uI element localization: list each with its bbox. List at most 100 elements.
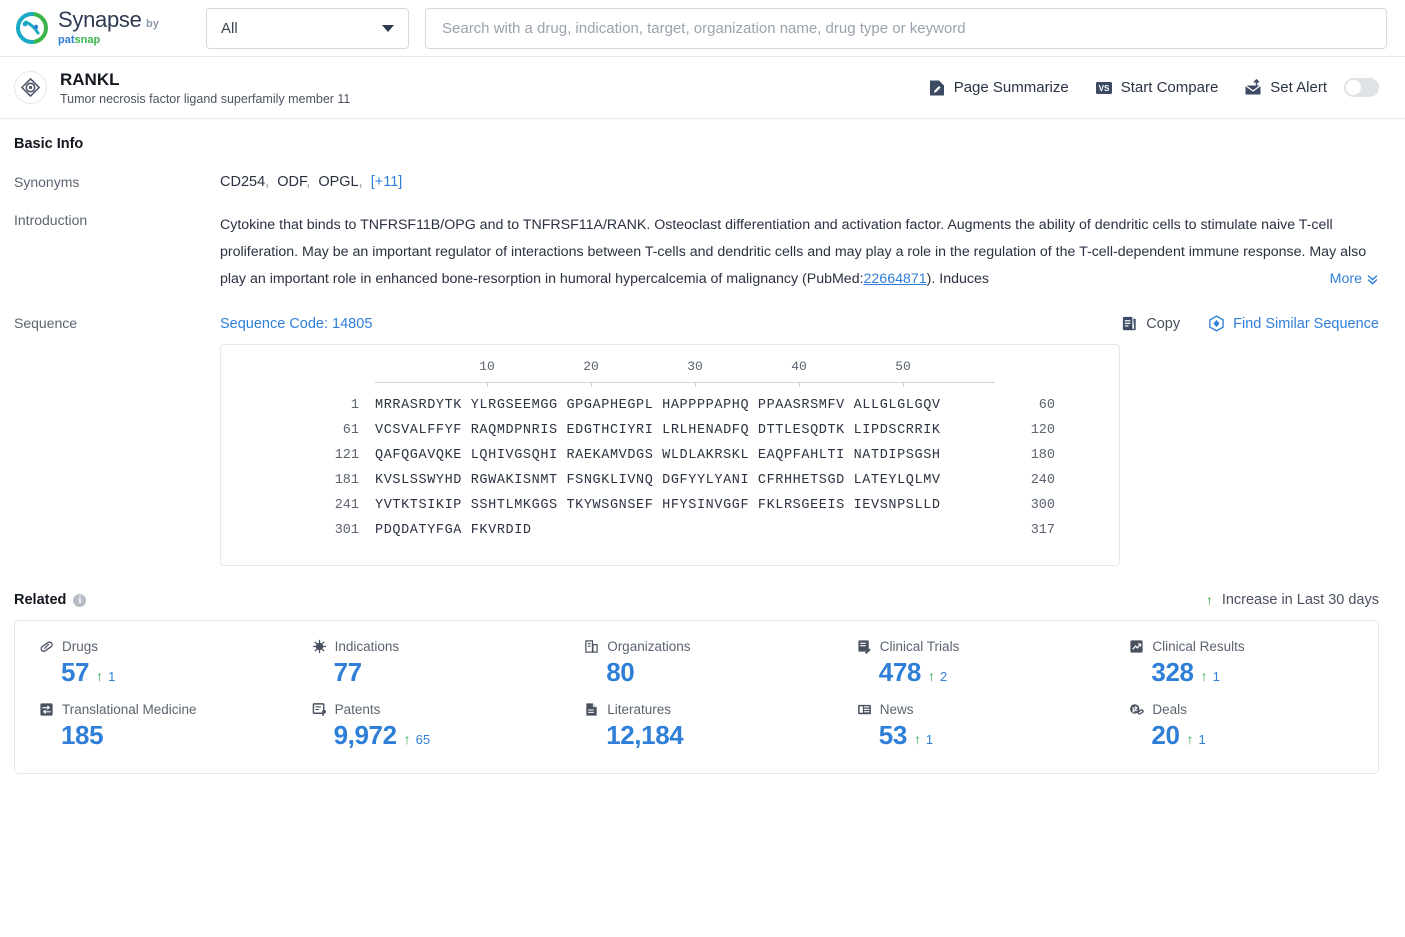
info-icon[interactable]: i <box>73 593 87 607</box>
synonym-item[interactable]: OPGL <box>318 174 358 190</box>
arrow-up-icon: ↑ <box>403 731 411 747</box>
alert-mail-icon <box>1244 78 1262 97</box>
sequence-line-residues[interactable]: MRRASRDYTK YLRGSEEMGG GPGAPHEGPL HAPPPPA… <box>375 393 995 418</box>
sequence-line-residues[interactable]: VCSVALFFYF RAQMDPNRIS EDGTHCIYRI LRLHENA… <box>375 418 995 443</box>
stat-translational-medicine[interactable]: Translational Medicine 185 <box>15 702 288 751</box>
stat-delta: ↑ 2 <box>928 668 947 684</box>
stat-drugs[interactable]: Drugs 57 ↑ 1 <box>15 639 288 688</box>
sequence-line-residues[interactable]: YVTKTSIKIP SSHTLMKGGS TKYWSGNSEF HFYSINV… <box>375 493 995 518</box>
stat-label: Deals <box>1152 702 1187 717</box>
set-alert-toggle[interactable] <box>1344 78 1379 97</box>
sequence-line: 181 KVSLSSWYHD RGWAKISNMT FSNGKLIVNQ DGF… <box>221 468 1119 493</box>
ruler-tick-label: 50 <box>895 359 911 374</box>
introduction-body-tail: ). Induces <box>926 271 989 287</box>
sequence-line-start: 121 <box>334 448 359 463</box>
introduction-more-button[interactable]: More <box>1313 266 1379 293</box>
sequence-line-start: 1 <box>350 398 359 413</box>
summarize-icon <box>928 79 946 97</box>
related-heading-label: Related <box>14 592 67 608</box>
stat-deals[interactable]: Deals 20 ↑ 1 <box>1105 702 1378 751</box>
stat-literatures[interactable]: Literatures 12,184 <box>560 702 833 751</box>
virus-icon <box>312 639 327 654</box>
stat-delta: ↑ 1 <box>1201 668 1220 684</box>
search-input[interactable] <box>440 8 1372 48</box>
stat-delta-value: 1 <box>108 669 116 684</box>
stat-patents[interactable]: Patents 9,972 ↑ 65 <box>288 702 561 751</box>
stat-clinical-trials[interactable]: Clinical Trials 478 ↑ 2 <box>833 639 1106 688</box>
stat-delta: ↑ 65 <box>404 731 430 747</box>
introduction-text: Cytokine that binds to TNFRSF11B/OPG and… <box>220 212 1379 293</box>
stat-value: 9,972 <box>333 720 397 750</box>
introduction-label: Introduction <box>14 212 88 228</box>
arrow-up-icon: ↑ <box>96 668 104 684</box>
entity-actions: Page Summarize VS Start Compare Set Aler… <box>928 78 1379 97</box>
sequence-line-residues[interactable]: PDQDATYFGA FKVRDID <box>375 518 995 543</box>
stat-label: Clinical Trials <box>879 639 960 654</box>
sequence-line-end: 317 <box>1030 523 1055 538</box>
stat-label: Translational Medicine <box>62 702 197 717</box>
sequence-line: 121 QAFQGAVQKE LQHIVGSQHI RAEKAMVDGS WLD… <box>221 443 1119 468</box>
introduction-body: Cytokine that binds to TNFRSF11B/OPG and… <box>220 217 1367 287</box>
sequence-toolbar: Sequence Code: 14805 Copy Find Similar S… <box>220 315 1379 332</box>
sequence-code-link[interactable]: Sequence Code: 14805 <box>220 316 372 332</box>
find-similar-icon <box>1208 315 1225 332</box>
page-content: Basic Info Synonyms CD254, ODF, OPGL, [+… <box>0 136 1405 774</box>
stat-label: Clinical Results <box>1152 639 1245 654</box>
deals-icon <box>1129 702 1145 717</box>
related-stats-card: Drugs 57 ↑ 1 Indications 77 Organization… <box>14 620 1379 774</box>
arrow-up-icon: ↑ <box>913 731 921 747</box>
stat-organizations[interactable]: Organizations 80 <box>560 639 833 688</box>
stat-value: 80 <box>606 657 635 687</box>
sequence-line: 61 VCSVALFFYF RAQMDPNRIS EDGTHCIYRI LRLH… <box>221 418 1119 443</box>
ruler-tick-label: 40 <box>791 359 807 374</box>
stat-clinical-results[interactable]: Clinical Results 328 ↑ 1 <box>1105 639 1378 688</box>
introduction-more-label: More <box>1329 271 1362 287</box>
stat-value: 20 <box>1151 720 1180 750</box>
stat-value: 12,184 <box>606 720 684 750</box>
sequence-line-end: 60 <box>1038 398 1055 413</box>
entity-subtitle: Tumor necrosis factor ligand superfamily… <box>60 91 351 106</box>
synonyms-more-link[interactable]: [+11] <box>371 174 403 190</box>
stat-delta: ↑ 1 <box>1187 731 1206 747</box>
stat-news[interactable]: News 53 ↑ 1 <box>833 702 1106 751</box>
search-field-wrapper[interactable] <box>425 7 1387 49</box>
related-header: Related i ↑ Increase in Last 30 days <box>14 592 1379 608</box>
pill-icon <box>39 639 54 654</box>
arrow-up-icon: ↑ <box>1205 592 1213 608</box>
stat-indications[interactable]: Indications 77 <box>288 639 561 688</box>
search-scope-select[interactable]: All <box>206 7 409 49</box>
find-similar-sequence-button[interactable]: Find Similar Sequence <box>1208 315 1379 332</box>
find-similar-label: Find Similar Sequence <box>1233 315 1379 332</box>
sequence-line-residues[interactable]: KVSLSSWYHD RGWAKISNMT FSNGKLIVNQ DGFYYLY… <box>375 468 995 493</box>
chevron-down-icon <box>382 24 394 32</box>
arrow-up-icon: ↑ <box>927 668 935 684</box>
stat-label: Organizations <box>607 639 691 654</box>
synonyms-label: Synonyms <box>14 174 80 190</box>
entity-header: RANKL Tumor necrosis factor ligand super… <box>0 57 1405 119</box>
synonym-item[interactable]: CD254 <box>220 174 265 190</box>
pubmed-link[interactable]: 22664871 <box>864 271 927 287</box>
stat-value: 57 <box>61 657 90 687</box>
sequence-ruler-scale: 10 20 30 40 50 <box>375 359 995 389</box>
synonym-item[interactable]: ODF <box>277 174 306 190</box>
clipboard-edit-icon <box>857 639 872 654</box>
page-summarize-button[interactable]: Page Summarize <box>928 79 1069 97</box>
building-icon <box>584 639 599 654</box>
news-icon <box>857 702 872 717</box>
set-alert-button[interactable]: Set Alert <box>1244 78 1379 97</box>
sequence-row: Sequence Sequence Code: 14805 Copy Find … <box>14 315 1379 566</box>
synapse-logo-icon <box>14 10 50 46</box>
stat-delta: ↑ 1 <box>914 731 933 747</box>
sequence-line-end: 180 <box>1030 448 1055 463</box>
start-compare-button[interactable]: VS Start Compare <box>1095 79 1219 97</box>
start-compare-label: Start Compare <box>1120 79 1219 96</box>
copy-sequence-button[interactable]: Copy <box>1121 315 1180 332</box>
sequence-line-start: 301 <box>334 523 359 538</box>
brand-logo[interactable]: Synapse by patsnap <box>14 9 194 47</box>
stat-label: News <box>879 702 914 717</box>
basic-info-heading: Basic Info <box>14 136 1379 152</box>
svg-text:VS: VS <box>1098 84 1109 93</box>
ruler-tick-label: 10 <box>479 359 495 374</box>
sequence-line-start: 241 <box>334 498 359 513</box>
sequence-line-residues[interactable]: QAFQGAVQKE LQHIVGSQHI RAEKAMVDGS WLDLAKR… <box>375 443 995 468</box>
